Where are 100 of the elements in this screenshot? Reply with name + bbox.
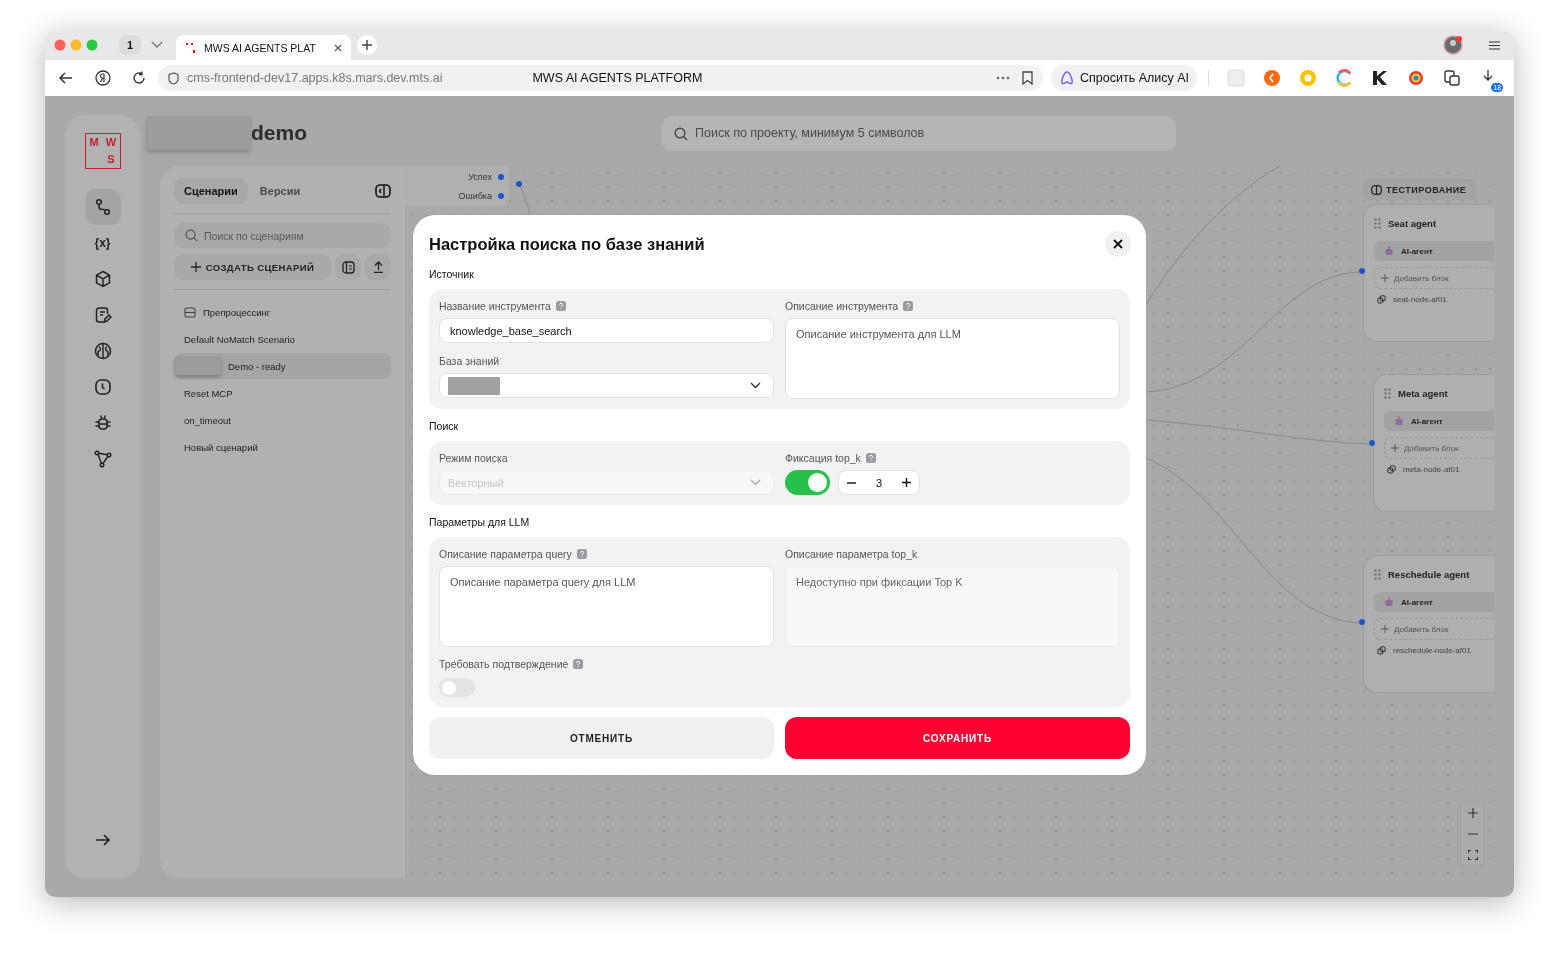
- connection-port[interactable]: [498, 192, 504, 199]
- redacted-block: [448, 376, 500, 395]
- add-block-button[interactable]: Добавить блок: [1374, 618, 1494, 640]
- drag-handle-icon[interactable]: [1384, 387, 1391, 399]
- field-label: Название инструмента: [439, 300, 551, 312]
- search-field[interactable]: Поиск по проекту, минимум 5 символов: [662, 115, 1176, 151]
- scenario-item[interactable]: on_timeout: [174, 407, 391, 433]
- graph-icon: [93, 450, 112, 468]
- plus-icon: [1381, 274, 1389, 282]
- add-block-button[interactable]: Добавить блок: [1384, 437, 1494, 459]
- address-field[interactable]: cms-frontend-dev17.apps.k8s.mars.dev.mts.ai MWS AI AGENTS PLATFORM: [158, 65, 1043, 91]
- robot-icon: [1384, 246, 1394, 256]
- field-label: Описание параметра top_k: [785, 548, 918, 560]
- search-icon: [185, 229, 198, 242]
- search-icon: [674, 126, 688, 141]
- tab[interactable]: Версии: [249, 178, 311, 204]
- connection-port[interactable]: [516, 181, 522, 187]
- toggle-switch[interactable]: [785, 470, 830, 495]
- close-button[interactable]: [1105, 231, 1131, 257]
- connection-port[interactable]: [1359, 268, 1365, 274]
- back-arrow-icon[interactable]: [59, 72, 73, 84]
- toggle-switch[interactable]: [439, 678, 475, 697]
- knowledge-base-select[interactable]: [439, 373, 774, 398]
- tool-description-field[interactable]: Описание инструмента для LLM: [785, 318, 1120, 399]
- drag-handle-icon[interactable]: [1374, 217, 1381, 229]
- field-label: Описание инструмента: [785, 300, 899, 312]
- project-title: demo: [251, 121, 307, 145]
- sidebar-item[interactable]: {x}: [84, 225, 121, 261]
- route-icon: [93, 198, 112, 216]
- create-scenario-button[interactable]: СОЗДАТЬ СЦЕНАРИЙ: [174, 254, 331, 280]
- connection-port[interactable]: [1359, 619, 1365, 625]
- help-icon[interactable]: [573, 659, 584, 669]
- section-label: Параметры для LLM: [429, 516, 531, 528]
- minus-icon[interactable]: [847, 481, 856, 484]
- agent-block[interactable]: AI-агент: [1374, 241, 1494, 261]
- expand-arrow-icon[interactable]: [94, 834, 111, 846]
- node-title: Meta agent: [1398, 387, 1448, 399]
- drag-handle-icon[interactable]: [1374, 568, 1381, 580]
- connection-port[interactable]: [1369, 440, 1375, 446]
- field-label: База знаний: [439, 355, 500, 367]
- connection-port[interactable]: [498, 173, 504, 180]
- bug-icon: [93, 414, 112, 432]
- scenario-item[interactable]: Новый сценарий: [174, 434, 391, 460]
- help-icon[interactable]: [576, 549, 587, 559]
- link-icon: [1377, 646, 1386, 655]
- scenario-item[interactable]: Reset MCP: [174, 380, 391, 406]
- scenario-item[interactable]: Default NoMatch Scenario: [174, 326, 391, 352]
- node-id: reschedule-node-af01: [1393, 646, 1471, 655]
- node-id: meta-node-af01: [1403, 465, 1460, 474]
- tab[interactable]: Сценарии: [174, 178, 248, 204]
- close-icon[interactable]: [334, 43, 342, 52]
- help-icon[interactable]: [555, 301, 566, 311]
- query-description-field[interactable]: Описание параметра query для LLM: [439, 566, 774, 647]
- menu-icon[interactable]: [1489, 40, 1500, 50]
- collapse-panel-icon[interactable]: [375, 184, 391, 198]
- reload-icon[interactable]: [132, 71, 146, 85]
- avatar-icon[interactable]: [1443, 35, 1463, 55]
- agent-block[interactable]: AI-агент: [1374, 592, 1494, 612]
- document-edit-icon: [93, 306, 112, 324]
- browser-tab[interactable]: MWS AI AGENTS PLAT: [176, 35, 351, 60]
- alice-button[interactable]: Спросить Алису AI: [1051, 65, 1198, 91]
- browser-logo-icon[interactable]: [95, 70, 111, 86]
- save-button[interactable]: СОХРАНИТЬ: [785, 717, 1130, 759]
- chevron-down-icon: [750, 382, 761, 389]
- plus-icon: [1391, 444, 1399, 452]
- chevron-down-icon[interactable]: [151, 41, 163, 49]
- output-label: Ошибка: [458, 190, 492, 201]
- agent-node[interactable]: Seat agent AI-агент Добавить блок seat-node-af01: [1363, 204, 1494, 342]
- node-title: Reschedule agent: [1388, 568, 1470, 580]
- agent-node[interactable]: Meta agent AI-агент Добавить блок meta-node-af01: [1373, 374, 1494, 512]
- more-icon[interactable]: [996, 76, 1010, 80]
- node-title: Seat agent: [1388, 217, 1437, 229]
- bookmark-icon[interactable]: [1022, 71, 1033, 85]
- sidebar-item[interactable]: [84, 189, 121, 225]
- node-id: seat-node-af01: [1393, 295, 1447, 304]
- extension-icon[interactable]: [1371, 69, 1390, 87]
- window-controls-icon[interactable]: [54, 39, 98, 51]
- cancel-button[interactable]: ОТМЕНИТЬ: [429, 717, 774, 759]
- scenario-item[interactable]: Препроцессинг: [174, 299, 391, 325]
- top-k-stepper[interactable]: 3: [838, 470, 921, 495]
- scenario-item[interactable]: Demo - ready: [174, 353, 391, 379]
- tab-counter[interactable]: 1: [119, 35, 141, 55]
- plus-icon: [1467, 807, 1478, 818]
- agent-node[interactable]: Reschedule agent AI-агент Добавить блок reschedule-node-af01: [1363, 555, 1494, 693]
- add-block-button[interactable]: Добавить блок: [1374, 267, 1494, 289]
- testing-button[interactable]: ТЕСТИРОВАНИЕ: [1363, 179, 1477, 200]
- tool-name-field[interactable]: knowledge_base_search: [439, 318, 774, 343]
- help-icon[interactable]: [903, 301, 914, 311]
- plus-icon[interactable]: [902, 478, 912, 487]
- upload-button[interactable]: [365, 254, 391, 280]
- list-panel-icon: [341, 260, 355, 274]
- robot-icon: [1384, 597, 1394, 607]
- scenario-search-field[interactable]: Поиск по сценариям: [174, 223, 391, 248]
- section-label: Поиск: [429, 420, 460, 432]
- extension-icon[interactable]: [1443, 69, 1462, 87]
- new-tab-icon[interactable]: [357, 35, 377, 55]
- help-icon[interactable]: [865, 453, 876, 463]
- field-label: Требовать подтверждение: [439, 658, 569, 670]
- template-button[interactable]: [335, 254, 361, 280]
- agent-block[interactable]: AI-агент: [1384, 411, 1494, 431]
